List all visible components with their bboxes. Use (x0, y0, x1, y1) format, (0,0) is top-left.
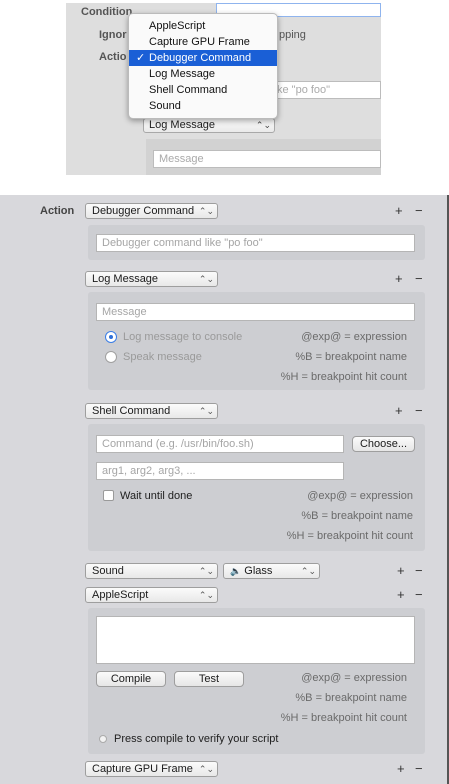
shell-command-popup-label: Shell Command (92, 405, 171, 417)
add-action-button[interactable]: + (395, 404, 403, 418)
message-field[interactable]: Message (96, 303, 415, 321)
hint-hit-count: %H = breakpoint hit count (280, 371, 407, 383)
compile-status-indicator-icon (99, 735, 107, 743)
log-message-popup-label: Log Message (92, 273, 159, 285)
applescript-editor[interactable] (96, 616, 415, 664)
action-type-menu: AppleScript Capture GPU Frame ✓ Debugger … (128, 13, 278, 119)
menu-item-sound[interactable]: Sound (129, 98, 277, 114)
debugger-command-popup-label: Debugger Command (92, 205, 195, 217)
applescript-popup-label: AppleScript (92, 589, 149, 601)
shell-arguments-field[interactable]: arg1, arg2, arg3, ... (96, 462, 344, 480)
debugger-command-popup[interactable]: Debugger Command ⌃⌄ (85, 203, 218, 219)
log-message-popup[interactable]: Log Message ⌃⌄ (143, 118, 275, 133)
speak-message-radio[interactable] (105, 351, 117, 363)
add-action-button[interactable]: + (395, 204, 403, 218)
breakpoint-actions-panel: Action Debugger Command ⌃⌄ + − Debugger … (0, 195, 449, 784)
condition-label: Condition (81, 6, 133, 18)
compile-status-label: Press compile to verify your script (114, 733, 279, 745)
ignore-suffix: pping (279, 29, 306, 41)
hint-breakpoint-name: %B = breakpoint name (301, 510, 413, 522)
speak-message-label: Speak message (123, 351, 202, 363)
chevron-updown-icon: ⌃⌄ (300, 566, 316, 576)
add-action-button[interactable]: + (397, 762, 405, 776)
capture-gpu-frame-popup[interactable]: Capture GPU Frame ⌃⌄ (85, 761, 218, 777)
chevron-updown-icon: ⌃⌄ (198, 566, 214, 576)
hint-hit-count: %H = breakpoint hit count (280, 712, 407, 724)
remove-action-button[interactable]: − (415, 762, 423, 776)
remove-action-button[interactable]: − (415, 404, 423, 418)
remove-action-button[interactable]: − (415, 564, 423, 578)
debugger-command-field[interactable]: Debugger command like "po foo" (96, 234, 415, 252)
ignore-label: Ignor (99, 29, 127, 41)
remove-action-button[interactable]: − (415, 588, 423, 602)
test-button[interactable]: Test (174, 671, 244, 687)
sound-name-label: Glass (244, 565, 273, 577)
debugger-command-field[interactable]: ke "po foo" (271, 81, 381, 99)
applescript-popup[interactable]: AppleScript ⌃⌄ (85, 587, 218, 603)
hint-hit-count: %H = breakpoint hit count (286, 530, 413, 542)
log-to-console-radio[interactable] (105, 331, 117, 343)
action-label: Action (40, 205, 75, 217)
chevron-updown-icon: ⌃⌄ (198, 590, 214, 600)
hint-expression: @exp@ = expression (301, 331, 407, 343)
checkmark-icon: ✓ (136, 52, 146, 64)
add-action-button[interactable]: + (397, 588, 405, 602)
message-field[interactable]: Message (153, 150, 381, 168)
speaker-icon: 🔈 (230, 566, 242, 576)
chevron-updown-icon: ⌃⌄ (198, 274, 214, 284)
compile-button[interactable]: Compile (96, 671, 166, 687)
wait-until-done-checkbox[interactable] (103, 490, 114, 501)
chevron-updown-icon: ⌃⌄ (255, 120, 271, 130)
remove-action-button[interactable]: − (415, 204, 423, 218)
hint-expression: @exp@ = expression (307, 490, 413, 502)
action-label: Actio (99, 51, 127, 63)
capture-gpu-frame-popup-label: Capture GPU Frame (92, 763, 193, 775)
log-message-popup-label: Log Message (149, 119, 216, 131)
chevron-updown-icon: ⌃⌄ (198, 764, 214, 774)
menu-item-applescript[interactable]: AppleScript (129, 18, 277, 34)
choose-button[interactable]: Choose... (352, 436, 415, 452)
chevron-updown-icon: ⌃⌄ (198, 406, 214, 416)
log-to-console-label: Log message to console (123, 331, 243, 343)
menu-item-debugger-command[interactable]: ✓ Debugger Command (129, 50, 277, 66)
menu-item-capture-gpu-frame[interactable]: Capture GPU Frame (129, 34, 277, 50)
sound-popup[interactable]: Sound ⌃⌄ (85, 563, 218, 579)
action-menu-inset: Condition Ignor pping Actio ke "po foo" … (66, 3, 381, 175)
log-message-popup[interactable]: Log Message ⌃⌄ (85, 271, 218, 287)
menu-item-log-message[interactable]: Log Message (129, 66, 277, 82)
hint-expression: @exp@ = expression (301, 672, 407, 684)
menu-item-shell-command[interactable]: Shell Command (129, 82, 277, 98)
hint-breakpoint-name: %B = breakpoint name (295, 351, 407, 363)
remove-action-button[interactable]: − (415, 272, 423, 286)
chevron-updown-icon: ⌃⌄ (198, 206, 214, 216)
sound-popup-label: Sound (92, 565, 124, 577)
hint-breakpoint-name: %B = breakpoint name (295, 692, 407, 704)
shell-command-popup[interactable]: Shell Command ⌃⌄ (85, 403, 218, 419)
add-action-button[interactable]: + (395, 272, 403, 286)
shell-command-field[interactable]: Command (e.g. /usr/bin/foo.sh) (96, 435, 344, 453)
sound-name-popup[interactable]: 🔈 Glass ⌃⌄ (223, 563, 320, 579)
add-action-button[interactable]: + (397, 564, 405, 578)
wait-until-done-label: Wait until done (120, 490, 193, 502)
